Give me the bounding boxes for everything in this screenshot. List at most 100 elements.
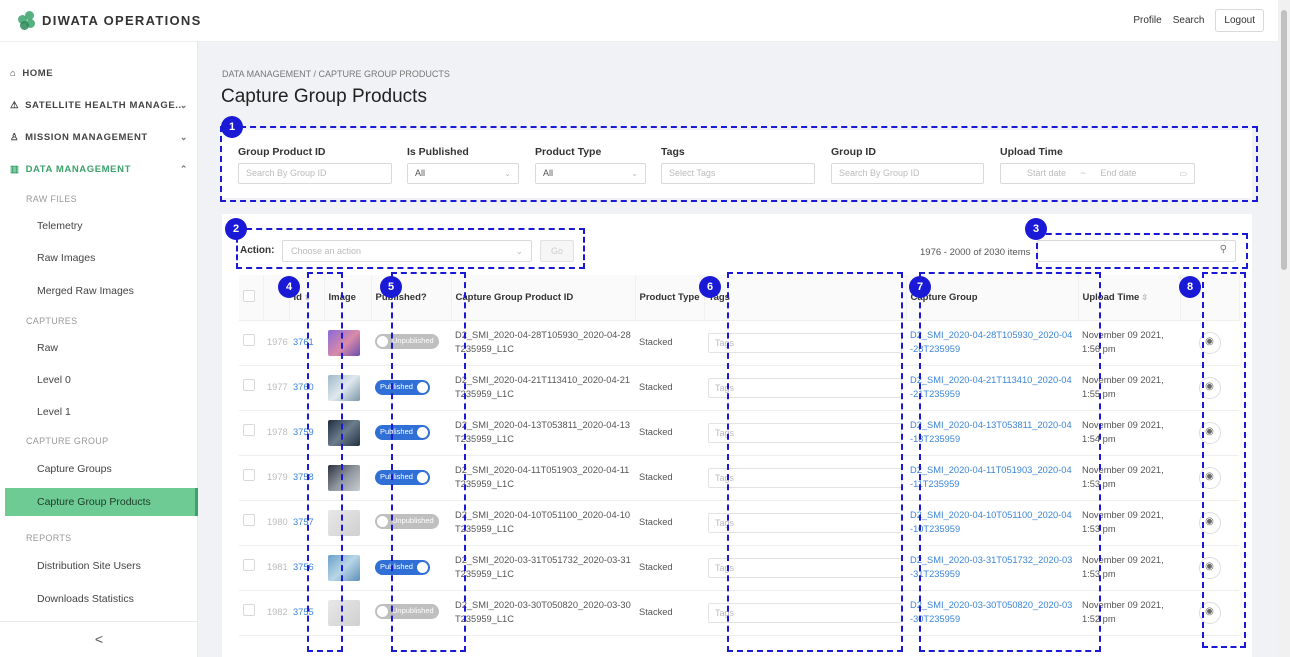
row-product-type: Stacked [635, 500, 704, 546]
row-published-cell: Published [371, 365, 451, 411]
product-thumbnail[interactable] [328, 374, 360, 401]
row-checkbox[interactable] [243, 469, 255, 482]
product-type-select[interactable]: All ⌄ [535, 163, 646, 184]
view-eye-icon[interactable]: ◉ [1198, 556, 1221, 579]
row-tags-input[interactable]: Tags [708, 422, 902, 443]
row-tags-input[interactable]: Tags [708, 332, 902, 353]
row-tags-input[interactable]: Tags [708, 602, 902, 623]
row-capture-group-link[interactable]: D2_SMI_2020-04-13T053811_2020-04-13T2359… [906, 410, 1078, 456]
row-id-link[interactable]: 3755 [289, 590, 324, 636]
row-published-cell: Published [371, 455, 451, 501]
is-published-select[interactable]: All ⌄ [407, 163, 519, 184]
start-date-field[interactable]: Start date [1027, 168, 1066, 178]
sidebar-item-capture-groups[interactable]: Capture Groups [37, 463, 112, 475]
view-eye-icon[interactable]: ◉ [1198, 466, 1221, 489]
published-toggle[interactable]: Unpublished [375, 603, 439, 619]
page-scrollbar[interactable] [1278, 0, 1290, 657]
row-checkbox-cell [239, 455, 263, 501]
table-search-input[interactable]: ⚲ [1037, 240, 1236, 262]
product-thumbnail[interactable] [328, 509, 360, 536]
table-row: 1977 3760 Published D2_SMI_2020-04-21T11341… [239, 365, 1239, 411]
sort-icon[interactable]: ⇳ [1141, 293, 1148, 302]
row-checkbox-cell [239, 545, 263, 591]
row-checkbox[interactable] [243, 514, 255, 527]
upload-time-range-picker[interactable]: Start date ~ End date ▭ [1000, 163, 1195, 184]
sidebar-item-data-management[interactable]: ▥ DATA MANAGEMENT ⌃ [10, 164, 188, 175]
row-image-cell [324, 590, 371, 636]
row-id-link[interactable]: 3758 [289, 455, 324, 501]
row-tags-input[interactable]: Tags [708, 557, 902, 578]
product-thumbnail[interactable] [328, 329, 360, 356]
sidebar-item-downloads-statistics[interactable]: Downloads Statistics [37, 593, 134, 605]
row-tags-input[interactable]: Tags [708, 377, 902, 398]
published-toggle[interactable]: Published [375, 470, 430, 485]
section-captures: CAPTURES [26, 316, 78, 326]
row-capture-group-link[interactable]: D2_SMI_2020-04-11T051903_2020-04-11T2359… [906, 455, 1078, 501]
sidebar-item-satellite-health[interactable]: ⚠ SATELLITE HEALTH MANAGE... ⌄ [10, 100, 188, 111]
sidebar-item-raw[interactable]: Raw [37, 342, 58, 354]
row-checkbox[interactable] [243, 559, 255, 572]
view-eye-icon[interactable]: ◉ [1198, 511, 1221, 534]
go-button[interactable]: Go [540, 240, 574, 262]
row-id-link[interactable]: 3756 [289, 545, 324, 591]
sidebar-item-distribution-site-users[interactable]: Distribution Site Users [37, 560, 141, 572]
row-tags-input[interactable]: Tags [708, 512, 902, 533]
row-id-link[interactable]: 3761 [289, 320, 324, 366]
group-product-id-input[interactable]: Search By Group ID [238, 163, 392, 184]
search-link[interactable]: Search [1173, 15, 1205, 26]
sidebar-item-level0[interactable]: Level 0 [37, 374, 71, 386]
brand[interactable]: DIWATA OPERATIONS [18, 11, 202, 30]
action-select[interactable]: Choose an action ⌄ [282, 240, 532, 262]
tags-header: Tags [704, 275, 907, 321]
product-thumbnail[interactable] [328, 554, 360, 581]
row-image-cell [324, 500, 371, 546]
upload-time-header[interactable]: Upload Time ⇳ [1078, 275, 1181, 321]
sidebar-item-mission-management[interactable]: ♙ MISSION MANAGEMENT ⌄ [10, 132, 188, 143]
sidebar-item-capture-group-products[interactable]: Capture Group Products [37, 496, 151, 508]
product-thumbnail[interactable] [328, 419, 360, 446]
view-eye-icon[interactable]: ◉ [1198, 601, 1221, 624]
row-id-link[interactable]: 3757 [289, 500, 324, 546]
tags-select[interactable]: Select Tags [661, 163, 815, 184]
filter-product-type: Product Type All ⌄ [535, 146, 646, 184]
logout-button[interactable]: Logout [1215, 9, 1264, 32]
sidebar-collapse-button[interactable]: < [0, 621, 198, 657]
product-thumbnail[interactable] [328, 599, 360, 626]
end-date-field[interactable]: End date [1100, 168, 1136, 178]
view-eye-icon[interactable]: ◉ [1198, 421, 1221, 444]
row-product-type: Stacked [635, 590, 704, 636]
row-capture-group-link[interactable]: D2_SMI_2020-03-30T050820_2020-03-30T2359… [906, 590, 1078, 636]
view-eye-icon[interactable]: ◉ [1198, 331, 1221, 354]
sidebar-item-telemetry[interactable]: Telemetry [37, 220, 83, 232]
select-all-checkbox[interactable] [243, 289, 255, 302]
row-capture-group-link[interactable]: D2_SMI_2020-04-10T051100_2020-04-10T2359… [906, 500, 1078, 546]
row-id-link[interactable]: 3759 [289, 410, 324, 456]
row-checkbox[interactable] [243, 604, 255, 617]
scrollbar-thumb[interactable] [1281, 10, 1287, 270]
published-toggle[interactable]: Unpublished [375, 513, 439, 529]
product-thumbnail[interactable] [328, 464, 360, 491]
row-tags-cell: Tags [704, 455, 906, 501]
view-eye-icon[interactable]: ◉ [1198, 376, 1221, 399]
published-toggle[interactable]: Published [375, 380, 430, 395]
sidebar-item-level1[interactable]: Level 1 [37, 406, 71, 418]
published-toggle[interactable]: Unpublished [375, 333, 439, 349]
profile-link[interactable]: Profile [1133, 15, 1161, 26]
sidebar-item-merged-raw-images[interactable]: Merged Raw Images [37, 285, 134, 297]
group-id-input[interactable]: Search By Group ID [831, 163, 984, 184]
sort-icon[interactable]: ⇳ [304, 293, 311, 302]
published-toggle[interactable]: Published [375, 560, 430, 575]
calendar-icon: ▭ [1179, 169, 1187, 178]
row-checkbox[interactable] [243, 424, 255, 437]
row-capture-group-link[interactable]: D2_SMI_2020-04-21T113410_2020-04-21T2359… [906, 365, 1078, 411]
sidebar-item-home[interactable]: ⌂ HOME [10, 68, 53, 79]
published-toggle[interactable]: Published [375, 425, 430, 440]
row-checkbox[interactable] [243, 334, 255, 347]
row-tags-cell: Tags [704, 320, 906, 366]
row-id-link[interactable]: 3760 [289, 365, 324, 411]
row-checkbox[interactable] [243, 379, 255, 392]
row-capture-group-link[interactable]: D2_SMI_2020-04-28T105930_2020-04-28T2359… [906, 320, 1078, 366]
row-tags-input[interactable]: Tags [708, 467, 902, 488]
sidebar-item-raw-images[interactable]: Raw Images [37, 252, 95, 264]
row-capture-group-link[interactable]: D2_SMI_2020-03-31T051732_2020-03-31T2359… [906, 545, 1078, 591]
